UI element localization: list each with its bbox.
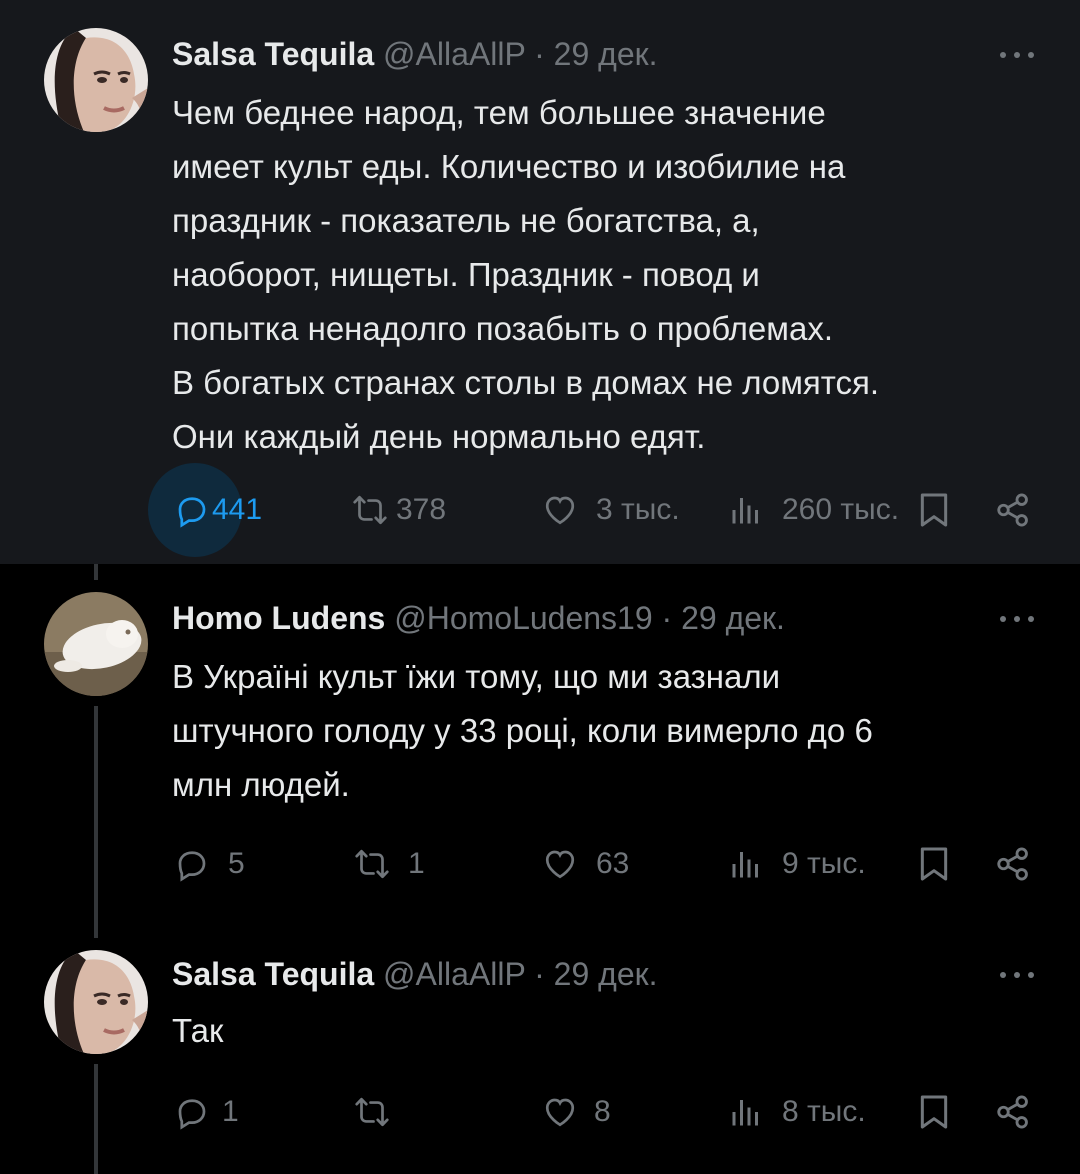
tweet-date[interactable]: 29 дек. [554,956,658,992]
reply-count: 5 [228,847,245,880]
avatar[interactable] [44,28,148,132]
tweet-text-line: Они каждый день нормально едят. [172,418,706,455]
more-icon[interactable] [1000,606,1040,630]
avatar-portrait-image [44,950,148,1054]
like-icon [542,492,578,528]
bookmark-icon [914,844,954,884]
like-button[interactable]: 8 [542,1082,611,1142]
share-icon [994,491,1032,529]
tweet-text: В Україні культ їжи тому, що ми зазнали … [172,650,1052,812]
views-button[interactable]: 8 тыс. [728,1082,866,1142]
more-icon[interactable] [1000,962,1040,986]
bookmark-icon [914,490,954,530]
tweet-text: Чем беднее народ, тем большее значение и… [172,86,1052,464]
tweet-text-line: Так [172,1012,224,1049]
bookmark-button[interactable] [914,480,954,540]
repost-count: 1 [408,847,425,880]
views-icon [728,492,764,528]
avatar[interactable] [44,950,148,1054]
author-name[interactable]: Salsa Tequila [172,36,374,72]
reply-button[interactable]: 5 [174,834,245,894]
avatar-cat-image [44,592,148,696]
views-count: 260 тыс. [782,493,900,526]
tweet-text-line: попытка ненадолго позабыть о проблемах. [172,310,833,347]
reply-icon [174,492,210,528]
author-handle[interactable]: @AllaAllP [383,36,525,72]
tweet-text-line: имеет культ еды. Количество и изобилие н… [172,148,846,185]
tweet[interactable]: Salsa Tequila @AllaAllP · 29 дек. Чем бе… [0,0,1080,564]
tweet-actions: 5 1 63 9 тыс. [0,834,1080,894]
repost-icon [354,1094,390,1130]
like-count: 3 тыс. [596,493,680,526]
tweet-text-line: Чем беднее народ, тем большее значение [172,94,826,131]
tweet-header: Homo Ludens @HomoLudens19 · 29 дек. [172,598,785,638]
views-button[interactable]: 9 тыс. [728,834,866,894]
repost-icon [354,846,390,882]
author-handle[interactable]: @HomoLudens19 [394,600,652,636]
separator-dot: · [534,36,545,72]
views-icon [728,846,764,882]
separator-dot: · [661,600,673,636]
share-icon [994,845,1032,883]
tweet-text-line: праздник - показатель не богатства, а, [172,202,760,239]
reply-count: 441 [212,493,263,526]
tweet-text-line: млн людей. [172,766,350,803]
tweet-text-line: наоборот, нищеты. Праздник - повод и [172,256,760,293]
like-icon [542,846,578,882]
avatar-portrait-image [44,28,148,132]
like-count: 63 [596,847,630,880]
bookmark-button[interactable] [914,1082,954,1142]
tweet-text-line: В Україні культ їжи тому, що ми зазнали [172,658,781,695]
author-name[interactable]: Salsa Tequila [172,956,374,992]
reply-button[interactable]: 1 [174,1082,239,1142]
tweet[interactable]: Salsa Tequila @AllaAllP · 29 дек. Так 1 … [0,922,1080,1174]
reply-icon [174,1094,210,1130]
share-icon [994,1093,1032,1131]
tweet-date[interactable]: 29 дек. [554,36,658,72]
reply-count: 1 [222,1095,239,1128]
author-handle[interactable]: @AllaAllP [383,956,525,992]
like-icon [542,1094,578,1130]
more-icon[interactable] [1000,42,1040,66]
tweet-actions: 441 378 3 тыс. 260 тыс. [0,463,1080,557]
tweet-text-line: В богатых странах столы в домах не ломят… [172,364,880,401]
reply-icon [174,846,210,882]
tweet-header: Salsa Tequila @AllaAllP · 29 дек. [172,954,658,994]
repost-button[interactable] [354,1082,398,1142]
tweet-actions: 1 8 8 тыс. [0,1082,1080,1142]
like-count: 8 [594,1095,611,1128]
repost-icon [352,492,388,528]
views-count: 9 тыс. [782,847,866,880]
reply-button[interactable]: 441 [174,480,262,540]
separator-dot: · [534,956,545,992]
like-button[interactable]: 63 [542,834,629,894]
tweet-text-line: штучного голоду у 33 році, коли вимерло … [172,712,873,749]
tweet[interactable]: Homo Ludens @HomoLudens19 · 29 дек. В Ук… [0,564,1080,940]
like-button[interactable]: 3 тыс. [542,480,680,540]
tweet-text: Так [172,1004,1052,1058]
repost-button[interactable]: 1 [354,834,425,894]
tweet-date[interactable]: 29 дек. [681,600,785,636]
repost-count: 378 [396,493,447,526]
views-count: 8 тыс. [782,1095,866,1128]
author-name[interactable]: Homo Ludens [172,600,385,636]
avatar[interactable] [44,592,148,696]
repost-button[interactable]: 378 [352,480,446,540]
share-button[interactable] [994,834,1032,894]
bookmark-button[interactable] [914,834,954,894]
tweet-header: Salsa Tequila @AllaAllP · 29 дек. [172,34,658,74]
share-button[interactable] [994,480,1032,540]
views-icon [728,1094,764,1130]
share-button[interactable] [994,1082,1032,1142]
bookmark-icon [914,1092,954,1132]
views-button[interactable]: 260 тыс. [728,480,899,540]
